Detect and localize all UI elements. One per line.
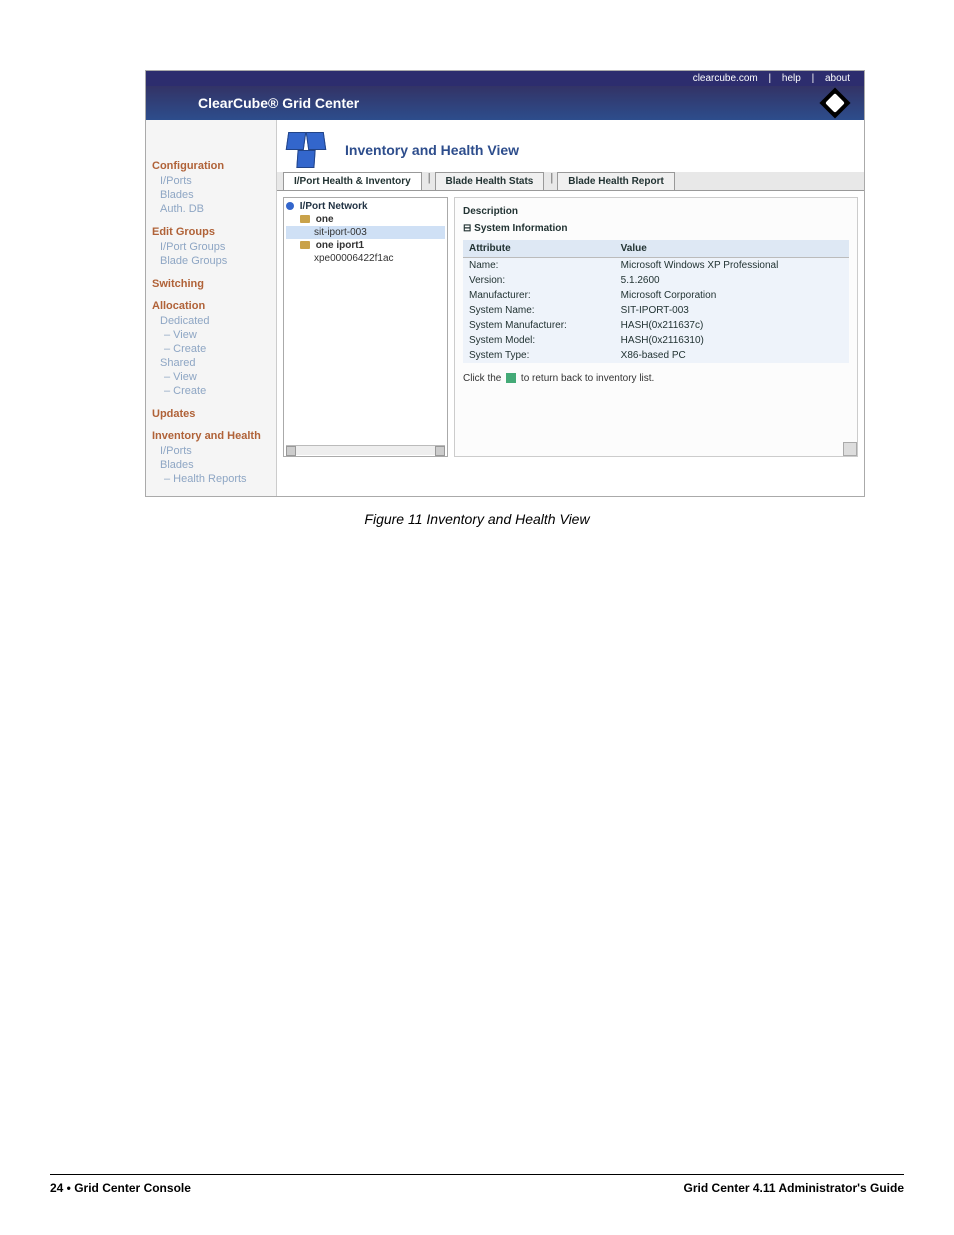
tree-scrollbar[interactable] xyxy=(286,445,445,455)
scroll-corner-icon[interactable] xyxy=(843,442,857,456)
tab-blade-report[interactable]: Blade Health Report xyxy=(557,172,675,190)
attr-value: Microsoft Corporation xyxy=(615,288,849,303)
cubes-icon xyxy=(287,132,337,168)
nav-iports[interactable]: I/Ports xyxy=(152,174,270,188)
hint-pre: Click the xyxy=(463,373,501,384)
nav-health-reports[interactable]: – Health Reports xyxy=(152,472,270,486)
tab-iport-health[interactable]: I/Port Health & Inventory xyxy=(283,172,422,190)
link-about[interactable]: about xyxy=(821,73,854,84)
hint-post: to return back to inventory list. xyxy=(521,373,654,384)
attr-name: System Name: xyxy=(463,303,615,318)
sidebar-nav: Configuration I/Ports Blades Auth. DB Ed… xyxy=(146,120,276,496)
tree-panel: I/Port Network one sit-iport-003 one ipo… xyxy=(283,197,448,457)
footer-left: 24 • Grid Center Console xyxy=(50,1181,191,1195)
system-info-table: Attribute Value Name:Microsoft Windows X… xyxy=(463,240,849,363)
attr-value: SIT-IPORT-003 xyxy=(615,303,849,318)
tab-blade-stats[interactable]: Blade Health Stats xyxy=(435,172,545,190)
app-window: clearcube.com | help | about ClearCube® … xyxy=(145,70,865,497)
table-row: System Type:X86-based PC xyxy=(463,348,849,363)
scroll-right-icon[interactable] xyxy=(435,446,445,456)
content-header: Inventory and Health View xyxy=(277,120,864,172)
attr-value: Microsoft Windows XP Professional xyxy=(615,258,849,274)
tab-separator: | xyxy=(546,172,557,190)
description-label: Description xyxy=(463,206,849,217)
nav-ih-iports[interactable]: I/Ports xyxy=(152,444,270,458)
return-hint: Click the to return back to inventory li… xyxy=(463,373,849,384)
tab-bar: I/Port Health & Inventory | Blade Health… xyxy=(277,172,864,191)
tree-label: xpe00006422f1ac xyxy=(314,253,394,264)
col-attribute: Attribute xyxy=(463,240,615,258)
nav-shared[interactable]: Shared xyxy=(152,356,270,370)
nav-dedicated-view[interactable]: – View xyxy=(152,328,270,342)
attr-name: System Model: xyxy=(463,333,615,348)
nav-blades[interactable]: Blades xyxy=(152,188,270,202)
footer-right: Grid Center 4.11 Administrator's Guide xyxy=(684,1181,904,1195)
tree-root[interactable]: I/Port Network xyxy=(286,200,445,213)
nav-dedicated[interactable]: Dedicated xyxy=(152,314,270,328)
scroll-left-icon[interactable] xyxy=(286,446,296,456)
detail-panel: Description ⊟ System Information Attribu… xyxy=(454,197,858,457)
network-icon xyxy=(286,202,294,210)
main-area: Configuration I/Ports Blades Auth. DB Ed… xyxy=(146,120,864,496)
tab-content: I/Port Network one sit-iport-003 one ipo… xyxy=(277,191,864,463)
table-row: System Model:HASH(0x2116310) xyxy=(463,333,849,348)
folder-icon xyxy=(300,215,310,223)
nav-updates[interactable]: Updates xyxy=(152,408,270,420)
folder-icon xyxy=(300,241,310,249)
content-panel: Inventory and Health View I/Port Health … xyxy=(276,120,864,496)
attr-name: System Manufacturer: xyxy=(463,318,615,333)
nav-authdb[interactable]: Auth. DB xyxy=(152,202,270,216)
pipe: | xyxy=(808,73,819,84)
brand-title: ClearCube® Grid Center xyxy=(158,95,359,111)
tab-separator: | xyxy=(424,172,435,190)
tree-label: sit-iport-003 xyxy=(314,227,367,238)
diamond-icon xyxy=(819,87,850,118)
link-help[interactable]: help xyxy=(778,73,805,84)
top-links-bar: clearcube.com | help | about xyxy=(146,71,864,86)
nav-shared-view[interactable]: – View xyxy=(152,370,270,384)
page-footer: 24 • Grid Center Console Grid Center 4.1… xyxy=(50,1174,904,1195)
tree-label: one iport1 xyxy=(316,240,364,251)
brand-bar: ClearCube® Grid Center xyxy=(146,86,864,120)
tree-node-one[interactable]: one xyxy=(286,213,445,226)
attr-value: HASH(0x211637c) xyxy=(615,318,849,333)
nav-inventory-health[interactable]: Inventory and Health xyxy=(152,430,270,442)
table-row: Manufacturer:Microsoft Corporation xyxy=(463,288,849,303)
nav-edit-groups[interactable]: Edit Groups xyxy=(152,226,270,238)
nav-switching[interactable]: Switching xyxy=(152,278,270,290)
table-row: System Manufacturer:HASH(0x211637c) xyxy=(463,318,849,333)
nav-iport-groups[interactable]: I/Port Groups xyxy=(152,240,270,254)
pipe: | xyxy=(765,73,776,84)
attr-value: 5.1.2600 xyxy=(615,273,849,288)
col-value: Value xyxy=(615,240,849,258)
table-row: Name:Microsoft Windows XP Professional xyxy=(463,258,849,274)
table-row: System Name:SIT-IPORT-003 xyxy=(463,303,849,318)
attr-name: Manufacturer: xyxy=(463,288,615,303)
nav-configuration[interactable]: Configuration xyxy=(152,160,270,172)
figure-caption: Figure 11 Inventory and Health View xyxy=(50,511,904,527)
nav-shared-create[interactable]: – Create xyxy=(152,384,270,398)
tree-root-label: I/Port Network xyxy=(300,201,368,212)
tree-leaf-sit-iport-003[interactable]: sit-iport-003 xyxy=(286,226,445,239)
tree-leaf-xpe[interactable]: xpe00006422f1ac xyxy=(286,252,445,265)
tree-label: one xyxy=(316,214,334,225)
nav-blade-groups[interactable]: Blade Groups xyxy=(152,254,270,268)
nav-allocation[interactable]: Allocation xyxy=(152,300,270,312)
link-clearcube[interactable]: clearcube.com xyxy=(689,73,762,84)
table-row: Version:5.1.2600 xyxy=(463,273,849,288)
nav-dedicated-create[interactable]: – Create xyxy=(152,342,270,356)
page-title: Inventory and Health View xyxy=(345,142,519,158)
attr-name: Name: xyxy=(463,258,615,274)
return-icon[interactable] xyxy=(506,373,516,383)
attr-value: HASH(0x2116310) xyxy=(615,333,849,348)
system-information-header[interactable]: ⊟ System Information xyxy=(463,223,849,234)
attr-name: System Type: xyxy=(463,348,615,363)
attr-value: X86-based PC xyxy=(615,348,849,363)
nav-ih-blades[interactable]: Blades xyxy=(152,458,270,472)
attr-name: Version: xyxy=(463,273,615,288)
tree-node-one-iport1[interactable]: one iport1 xyxy=(286,239,445,252)
